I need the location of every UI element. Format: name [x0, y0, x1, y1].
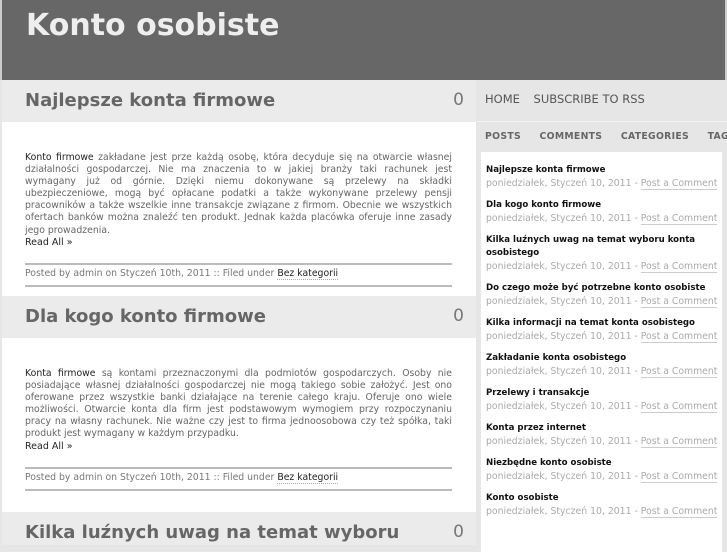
post: Najlepsze konta firmowe 0 Konto firmowe …: [2, 80, 476, 296]
post-title[interactable]: Najlepsze konta firmowe: [25, 89, 445, 113]
comment-count[interactable]: 0: [453, 90, 464, 110]
recent-post-item: Do czego może być potrzebne konto osobis…: [486, 282, 718, 308]
top-nav: HOME SUBSCRIBE TO RSS: [477, 80, 727, 122]
post-excerpt: Konta firmowe są kontami przeznaczonymi …: [25, 368, 452, 440]
recent-post-title[interactable]: Do czego może być potrzebne konto osobis…: [486, 282, 716, 295]
post-header: Kilka luźnych uwag na temat wyboru konta…: [2, 512, 476, 545]
recent-post-item: Konta przez internet poniedziałek, Stycz…: [486, 422, 718, 448]
post: Dla kogo konto firmowe 0 Konta firmowe s…: [2, 296, 476, 512]
post-title[interactable]: Dla kogo konto firmowe: [25, 305, 445, 329]
posts-column: Najlepsze konta firmowe 0 Konto firmowe …: [2, 80, 476, 545]
recent-post-item: Zakładanie konta osobistego poniedziałek…: [486, 352, 718, 378]
read-all-link[interactable]: Read All »: [25, 441, 452, 453]
recent-post-title[interactable]: Konto osobiste: [486, 492, 716, 505]
comment-count[interactable]: 0: [453, 306, 464, 326]
post-excerpt: Konto firmowe zakładane jest prze każdą …: [25, 152, 452, 236]
post-a-comment-link[interactable]: Post a Comment: [640, 471, 718, 483]
recent-post-title[interactable]: Dla kogo konto firmowe: [486, 199, 716, 212]
read-all-link[interactable]: Read All »: [25, 237, 452, 249]
post-body: Konto firmowe zakładane jest prze każdą …: [2, 122, 476, 296]
post-header: Dla kogo konto firmowe 0: [2, 296, 476, 338]
site-title[interactable]: Konto osobiste: [26, 8, 279, 43]
post: Kilka luźnych uwag na temat wyboru konta…: [2, 512, 476, 545]
tab-comments[interactable]: COMMENTS: [540, 131, 603, 142]
post-a-comment-link[interactable]: Post a Comment: [640, 213, 718, 225]
post-a-comment-link[interactable]: Post a Comment: [640, 366, 718, 378]
category-link[interactable]: Bez kategorii: [277, 471, 339, 484]
recent-posts-list: Najlepsze konta firmowe poniedziałek, St…: [481, 152, 722, 552]
comment-count[interactable]: 0: [453, 522, 464, 542]
post-a-comment-link[interactable]: Post a Comment: [640, 331, 718, 343]
tab-categories[interactable]: CATEGORIES: [621, 131, 689, 142]
sidebar: HOME SUBSCRIBE TO RSS POSTS COMMENTS CAT…: [477, 80, 727, 552]
recent-post-meta: poniedziałek, Styczeń 10, 2011 - Post a …: [486, 366, 718, 378]
post-keyword-link[interactable]: Konta firmowe: [25, 368, 95, 379]
recent-post-meta: poniedziałek, Styczeń 10, 2011 - Post a …: [486, 401, 718, 413]
recent-post-meta: poniedziałek, Styczeń 10, 2011 - Post a …: [486, 471, 718, 483]
post-keyword-link[interactable]: Konto firmowe: [25, 152, 94, 163]
site-header: Konto osobiste: [0, 0, 727, 80]
recent-post-item: Przelewy i transakcje poniedziałek, Styc…: [486, 387, 718, 413]
nav-home[interactable]: HOME: [485, 92, 520, 106]
post-title[interactable]: Kilka luźnych uwag na temat wyboru konta…: [25, 521, 445, 545]
recent-post-meta: poniedziałek, Styczeń 10, 2011 - Post a …: [486, 506, 718, 518]
recent-post-title[interactable]: Niezbędne konto osobiste: [486, 457, 716, 470]
post-meta: Posted by admin on Styczeń 10th, 2011 ::…: [25, 466, 452, 491]
recent-post-meta: poniedziałek, Styczeń 10, 2011 - Post a …: [486, 261, 718, 273]
post-a-comment-link[interactable]: Post a Comment: [640, 506, 718, 518]
post-a-comment-link[interactable]: Post a Comment: [640, 178, 718, 190]
recent-post-title[interactable]: Kilka informacji na temat konta osobiste…: [486, 317, 716, 330]
recent-post-meta: poniedziałek, Styczeń 10, 2011 - Post a …: [486, 331, 718, 343]
sidebar-tabs: POSTS COMMENTS CATEGORIES TAGS: [477, 122, 727, 152]
recent-post-item: Konto osobiste poniedziałek, Styczeń 10,…: [486, 492, 718, 518]
recent-post-item: Dla kogo konto firmowe poniedziałek, Sty…: [486, 199, 718, 225]
recent-post-title[interactable]: Zakładanie konta osobistego: [486, 352, 716, 365]
recent-post-meta: poniedziałek, Styczeń 10, 2011 - Post a …: [486, 213, 718, 225]
tab-posts[interactable]: POSTS: [485, 131, 521, 142]
nav-subscribe-rss[interactable]: SUBSCRIBE TO RSS: [534, 92, 645, 106]
recent-post-meta: poniedziałek, Styczeń 10, 2011 - Post a …: [486, 296, 718, 308]
post-header: Najlepsze konta firmowe 0: [2, 80, 476, 122]
post-a-comment-link[interactable]: Post a Comment: [640, 436, 718, 448]
recent-post-title[interactable]: Przelewy i transakcje: [486, 387, 716, 400]
tab-tags[interactable]: TAGS: [708, 131, 727, 142]
recent-post-meta: poniedziałek, Styczeń 10, 2011 - Post a …: [486, 436, 718, 448]
recent-post-title[interactable]: Najlepsze konta firmowe: [486, 164, 716, 177]
post-a-comment-link[interactable]: Post a Comment: [640, 296, 718, 308]
recent-post-title[interactable]: Kilka luźnych uwag na temat wyboru konta…: [486, 234, 716, 260]
post-body: Konta firmowe są kontami przeznaczonymi …: [2, 338, 476, 512]
recent-post-item: Kilka luźnych uwag na temat wyboru konta…: [486, 234, 718, 273]
recent-post-item: Kilka informacji na temat konta osobiste…: [486, 317, 718, 343]
post-a-comment-link[interactable]: Post a Comment: [640, 261, 718, 273]
recent-post-meta: poniedziałek, Styczeń 10, 2011 - Post a …: [486, 178, 718, 190]
post-a-comment-link[interactable]: Post a Comment: [640, 401, 718, 413]
recent-post-item: Niezbędne konto osobiste poniedziałek, S…: [486, 457, 718, 483]
recent-post-item: Najlepsze konta firmowe poniedziałek, St…: [486, 164, 718, 190]
category-link[interactable]: Bez kategorii: [277, 267, 339, 280]
post-meta: Posted by admin on Styczeń 10th, 2011 ::…: [25, 262, 452, 287]
recent-post-title[interactable]: Konta przez internet: [486, 422, 716, 435]
